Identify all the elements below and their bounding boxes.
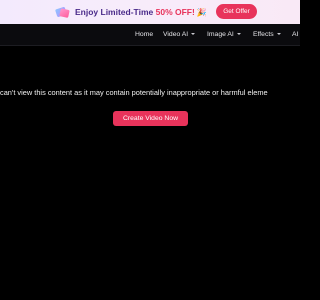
nav-item-label: Image AI [207,31,234,38]
nav-item-image-ai[interactable]: Image AI [207,24,241,46]
promo-banner: Enjoy Limited-Time 50% OFF! 🎉 Get Offer [0,0,300,24]
content-blocked-message: can't view this content as it may contai… [0,88,312,97]
promo-discount: 50% OFF! [155,7,195,17]
promo-text: Enjoy Limited-Time 50% OFF! 🎉 [75,5,207,20]
promo-text-prefix: Enjoy Limited-Time [75,7,156,17]
nav-item-video-ai[interactable]: Video AI [163,24,196,46]
nav-item-home[interactable]: Home [135,24,153,46]
content-blocked-text: can't view this content as it may contai… [0,88,268,97]
gift-ticket-icon [55,7,70,18]
nav-item-label: Effects [253,31,274,38]
create-video-now-button[interactable]: Create Video Now [113,111,188,126]
get-offer-button[interactable]: Get Offer [216,4,257,19]
party-icon: 🎉 [196,8,207,17]
nav-item-label: Home [135,31,154,38]
chevron-down-icon [236,33,241,36]
nav-item-label: AI [292,31,299,38]
top-navigation: Home Video AI Image AI Effects AI [0,24,300,46]
nav-item-label: Video AI [163,31,189,38]
nav-item-effects[interactable]: Effects [253,24,281,46]
nav-item-ai[interactable]: AI [292,24,298,46]
chevron-down-icon [276,33,281,36]
chevron-down-icon [191,33,196,36]
